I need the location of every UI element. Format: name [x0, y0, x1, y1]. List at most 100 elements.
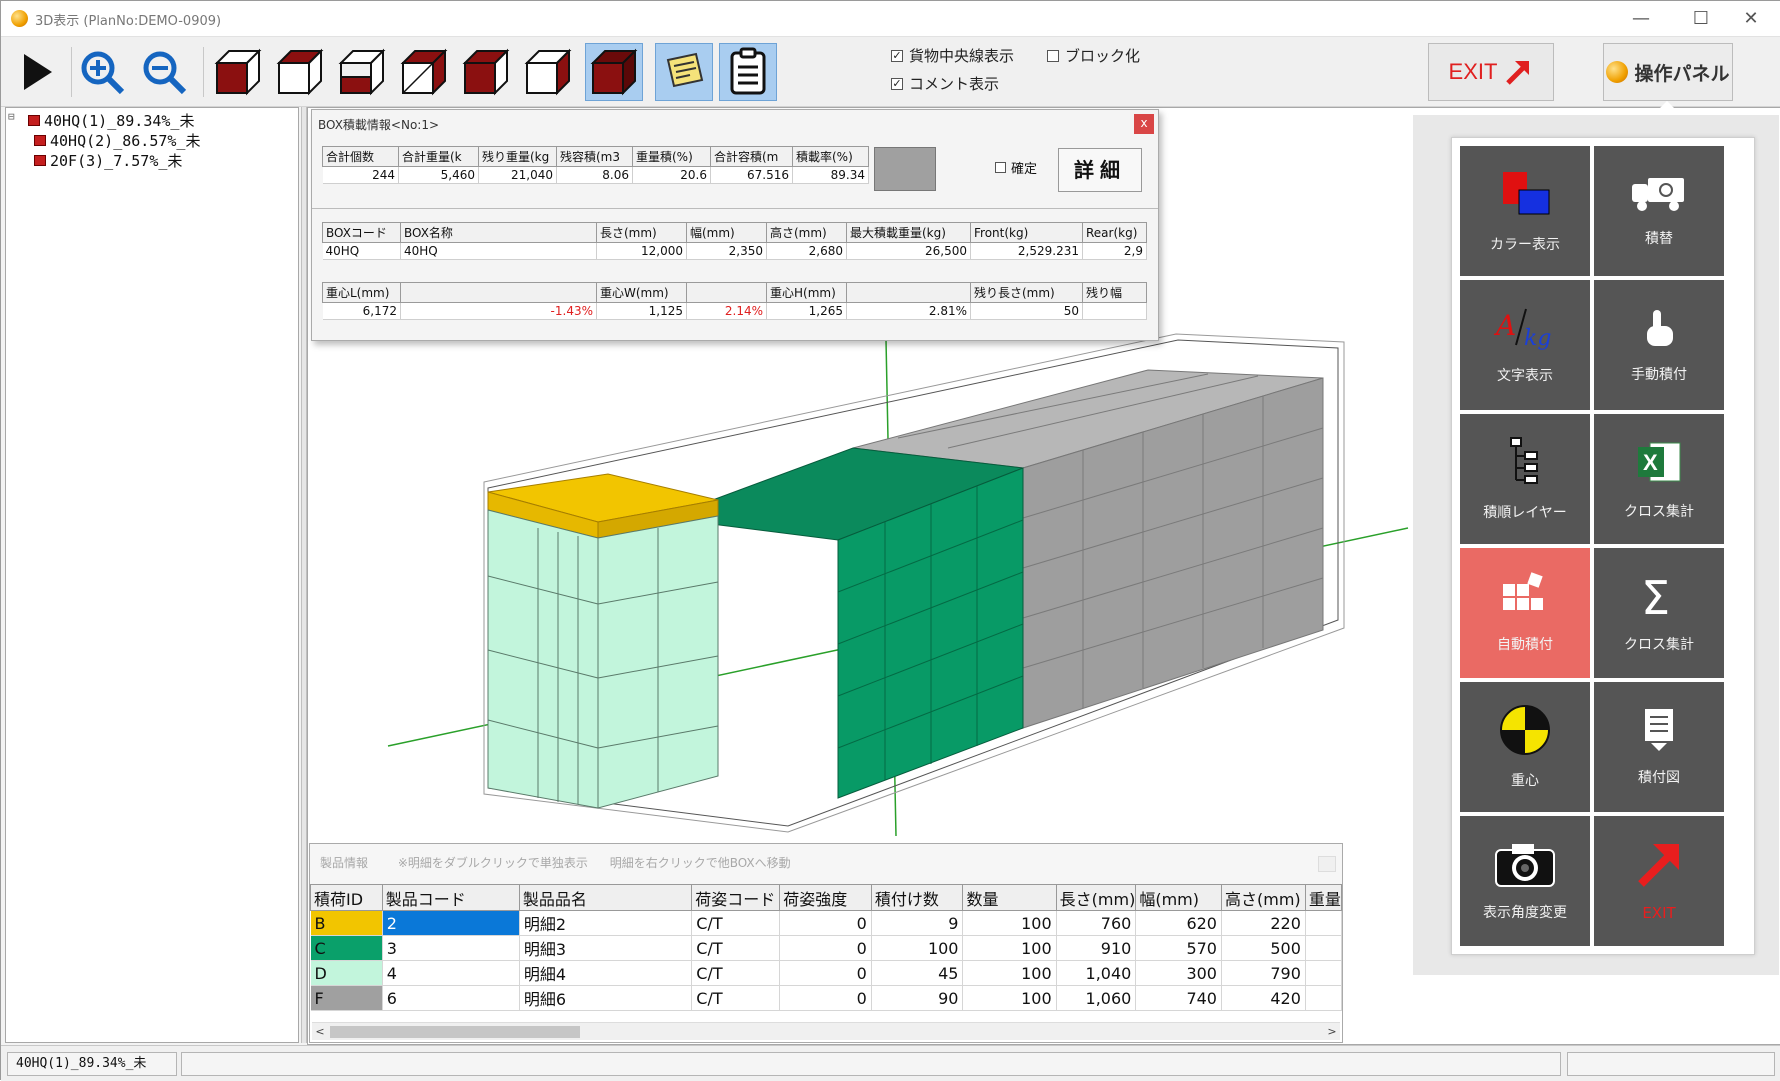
view-cube-1-button[interactable] — [209, 43, 267, 101]
color-swatch — [874, 147, 936, 191]
status-bar: 40HQ(1)_89.34%_未 — [1, 1045, 1780, 1081]
checkbox-checked-icon: ✓ — [891, 48, 903, 62]
excel-icon: X — [1638, 442, 1681, 482]
container-icon — [34, 135, 46, 146]
clipboard-button[interactable] — [719, 43, 777, 101]
sigma-icon: Σ — [1641, 572, 1670, 620]
auto-stack-button[interactable]: 自動積付 — [1460, 548, 1590, 678]
box-info-close-button[interactable]: x — [1134, 114, 1154, 134]
container-icon — [28, 115, 40, 126]
table-header-row: 積荷ID 製品コード 製品品名 荷姿コード 荷姿強度 積付け数 数量 長さ(mm… — [310, 884, 1343, 911]
cross-tab-excel-button[interactable]: X クロス集計 — [1594, 414, 1724, 544]
zoom-out-button[interactable] — [135, 43, 193, 101]
auto-stack-icon — [1503, 572, 1543, 610]
center-line-checkbox[interactable]: ✓ 貨物中央線表示 — [891, 45, 1014, 66]
tree-item[interactable]: 40HQ(2)_86.57%_未 — [34, 130, 200, 151]
confirm-checkbox[interactable]: 確定 — [995, 158, 1037, 177]
panel-pointer — [1653, 101, 1681, 115]
maximize-button[interactable]: ☐ — [1681, 5, 1721, 33]
scroll-right-icon[interactable]: > — [1324, 1023, 1340, 1041]
layer-tree-icon — [1510, 437, 1538, 484]
exit-arrow-icon — [1506, 61, 1530, 85]
view-cube-3-button[interactable] — [333, 43, 391, 101]
cube-bottom-icon — [338, 48, 386, 96]
cube-front-icon — [214, 48, 262, 96]
memo-icon — [666, 52, 704, 88]
product-info-panel: 製品情報 ※明細をダブルクリックで単独表示 明細を右クリックで他BOXへ移動 積… — [309, 843, 1343, 1043]
container-tree: ⊟ 40HQ(1)_89.34%_未 40HQ(2)_86.57%_未 20F(… — [5, 107, 299, 1043]
tree-item[interactable]: 40HQ(1)_89.34%_未 — [28, 110, 194, 131]
table-row[interactable]: D 4 明細4 C/T 0 45 100 1,040 300 790 — [310, 960, 1343, 986]
zoom-out-icon — [143, 51, 187, 95]
cube-top-icon — [276, 48, 324, 96]
play-button[interactable] — [7, 43, 65, 101]
cube-solid-icon — [590, 48, 638, 96]
application-window: 3D表示 (PlanNo:DEMO-0909) — ☐ ✕ ✓ 貨物中央線表示 … — [0, 0, 1780, 1081]
product-info-close-button[interactable] — [1318, 856, 1336, 872]
close-button[interactable]: ✕ — [1731, 5, 1771, 33]
scroll-left-icon[interactable]: < — [312, 1023, 328, 1041]
box-info-title: BOX積載情報<No:1> — [318, 118, 440, 132]
box-info-dialog: BOX積載情報<No:1> x 合計個数 合計重量(k 残り重量(kg 残容積(… — [311, 109, 1159, 341]
play-icon — [24, 54, 52, 90]
clipboard-icon — [730, 47, 766, 95]
zoom-in-button[interactable] — [73, 43, 131, 101]
block-checkbox[interactable]: ブロック化 — [1047, 45, 1140, 66]
cross-tab-sigma-button[interactable]: Σ クロス集計 — [1594, 548, 1724, 678]
svg-text:kg: kg — [1524, 326, 1551, 351]
detail-button[interactable]: 詳細 — [1058, 148, 1142, 192]
minimize-button[interactable]: — — [1621, 5, 1661, 33]
table-row[interactable]: B 2 明細2 C/T 0 9 100 760 620 220 — [310, 910, 1343, 936]
truck-icon — [1632, 178, 1684, 211]
view-cube-4-button[interactable] — [395, 43, 453, 101]
app-icon — [11, 10, 28, 27]
table-row[interactable]: F 6 明細6 C/T 0 90 100 1,060 740 420 — [310, 985, 1343, 1011]
transship-button[interactable]: 積替 — [1594, 146, 1724, 276]
center-gravity-icon — [1500, 705, 1550, 755]
center-of-gravity-button[interactable]: 重心 — [1460, 682, 1590, 812]
exit-button[interactable]: EXIT — [1428, 43, 1554, 101]
color-icon — [1503, 172, 1550, 215]
view-angle-button[interactable]: 表示角度変更 — [1460, 816, 1590, 946]
panel-exit-button[interactable]: EXIT — [1594, 816, 1724, 946]
operation-panel: カラー表示 積替 Akg 文字表示 手動積付 積順レイヤー X クロス集計 自動… — [1413, 115, 1779, 975]
stack-layer-button[interactable]: 積順レイヤー — [1460, 414, 1590, 544]
cube-side-icon — [400, 48, 448, 96]
product-info-header: 製品情報 ※明細をダブルクリックで単独表示 明細を右クリックで他BOXへ移動 — [310, 844, 1342, 884]
box-spec-table: BOXコード BOX名称 長さ(mm) 幅(mm) 高さ(mm) 最大積載重量(… — [322, 222, 1147, 260]
comment-toggle-button[interactable] — [655, 43, 713, 101]
orb-icon — [1606, 61, 1629, 83]
color-display-button[interactable]: カラー表示 — [1460, 146, 1590, 276]
text-akg-icon: Akg — [1494, 308, 1551, 351]
view-cube-5-button[interactable] — [457, 43, 515, 101]
zoom-in-icon — [81, 51, 125, 95]
svg-text:Σ: Σ — [1641, 572, 1670, 620]
status-current-box: 40HQ(1)_89.34%_未 — [7, 1052, 177, 1076]
tree-item[interactable]: 20F(3)_7.57%_未 — [34, 150, 182, 171]
scroll-thumb[interactable] — [330, 1026, 580, 1038]
manual-stack-button[interactable]: 手動積付 — [1594, 280, 1724, 410]
operation-panel-grid: カラー表示 積替 Akg 文字表示 手動積付 積順レイヤー X クロス集計 自動… — [1451, 137, 1755, 955]
view-cube-6-button[interactable] — [519, 43, 577, 101]
center-of-gravity-table: 重心L(mm) 重心W(mm) 重心H(mm) 残り長さ(mm) 残り幅 6,1… — [322, 282, 1147, 320]
cube-left-icon — [462, 48, 510, 96]
summary-table: 合計個数 合計重量(k 残り重量(kg 残容積(m3 重量積(%) 合計容積(m… — [322, 146, 869, 184]
text-display-button[interactable]: Akg 文字表示 — [1460, 280, 1590, 410]
checkbox-unchecked-icon — [995, 162, 1006, 173]
svg-text:X: X — [1643, 450, 1658, 475]
exit-arrow-icon — [1638, 844, 1679, 887]
hand-pointer-icon — [1647, 310, 1673, 346]
tree-expander-icon[interactable]: ⊟ — [8, 110, 15, 123]
status-extra — [1567, 1052, 1775, 1076]
operation-panel-button[interactable]: 操作パネル — [1603, 43, 1733, 101]
view-cube-2-button[interactable] — [271, 43, 329, 101]
comment-checkbox[interactable]: ✓ コメント表示 — [891, 73, 999, 94]
title-bar: 3D表示 (PlanNo:DEMO-0909) — ☐ ✕ — [1, 1, 1780, 37]
table-row[interactable]: C 3 明細3 C/T 0 100 100 910 570 500 — [310, 935, 1343, 961]
camera-icon — [1495, 844, 1555, 887]
horizontal-scrollbar[interactable]: < > — [312, 1022, 1340, 1040]
stack-diagram-button[interactable]: 積付図 — [1594, 682, 1724, 812]
container-icon — [34, 155, 46, 166]
view-cube-solid-button[interactable] — [585, 43, 643, 101]
window-title: 3D表示 (PlanNo:DEMO-0909) — [35, 14, 222, 29]
